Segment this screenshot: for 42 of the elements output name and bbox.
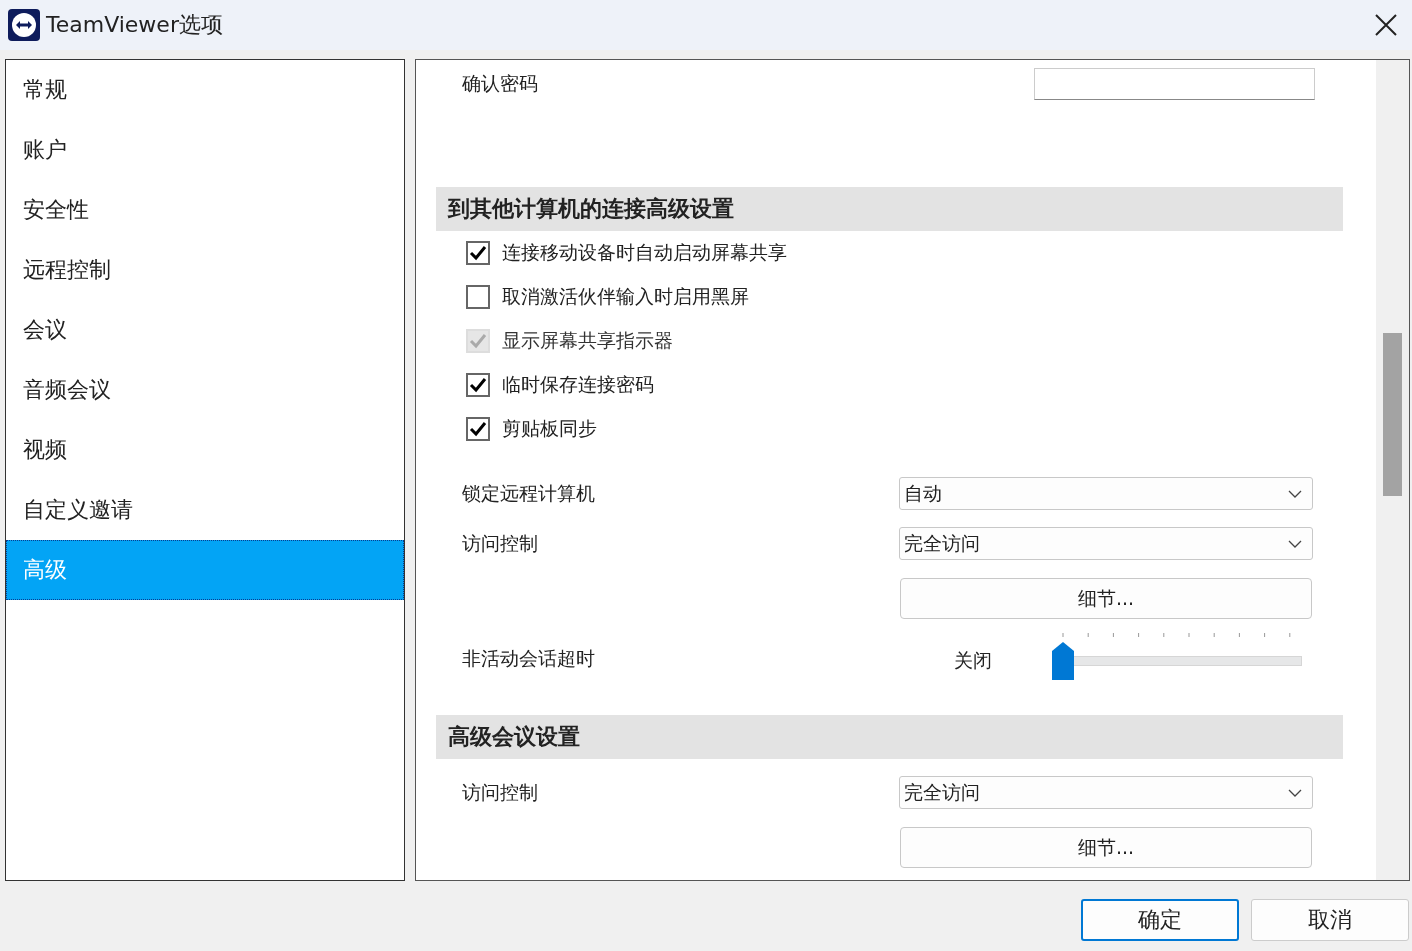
chevron-down-icon — [1288, 788, 1302, 797]
window-title: TeamViewer选项 — [46, 11, 224, 39]
details-button[interactable]: 细节... — [900, 578, 1312, 619]
slider-thumb[interactable] — [1052, 642, 1074, 680]
section-header: 到其他计算机的连接高级设置 — [436, 187, 1343, 231]
field-label: 访问控制 — [462, 530, 539, 556]
section-header: 高级会议设置 — [436, 715, 1343, 759]
checkbox[interactable] — [466, 241, 490, 265]
password-field[interactable] — [1034, 68, 1315, 100]
field-label: 锁定远程计算机 — [462, 480, 596, 506]
sidebar-item[interactable]: 自定义邀请 — [6, 480, 404, 540]
dropdown[interactable]: 完全访问 — [899, 527, 1313, 560]
sidebar-item[interactable]: 远程控制 — [6, 240, 404, 300]
ok-button[interactable]: 确定 — [1081, 899, 1239, 941]
checkbox[interactable] — [466, 417, 490, 441]
chevron-down-icon — [1288, 539, 1302, 548]
sidebar-item[interactable]: 账户 — [6, 120, 404, 180]
field-label: 非活动会话超时 — [462, 646, 596, 671]
sidebar-item[interactable]: 会议 — [6, 300, 404, 360]
cancel-button[interactable]: 取消 — [1251, 899, 1409, 941]
checkbox-label: 取消激活伙伴输入时启用黑屏 — [502, 284, 749, 309]
checkbox-label: 临时保存连接密码 — [502, 372, 654, 397]
field-label: 访问控制 — [462, 779, 539, 805]
checkbox[interactable] — [466, 285, 490, 309]
checkbox-label: 连接移动设备时自动启动屏幕共享 — [502, 240, 787, 265]
sidebar-item[interactable]: 视频 — [6, 420, 404, 480]
sidebar-item[interactable]: 安全性 — [6, 180, 404, 240]
sidebar-item[interactable]: 常规 — [6, 60, 404, 120]
checkbox[interactable] — [466, 373, 490, 397]
field-label: 确认密码 — [462, 71, 539, 96]
sidebar-item[interactable]: 音频会议 — [6, 360, 404, 420]
checkbox-label: 显示屏幕共享指示器 — [502, 328, 673, 353]
scrollbar[interactable] — [1376, 60, 1409, 880]
details-button[interactable]: 细节... — [900, 827, 1312, 868]
app-logo-icon — [8, 9, 40, 41]
dropdown[interactable]: 完全访问 — [899, 776, 1313, 809]
slider-reading: 关闭 — [954, 648, 993, 673]
close-icon — [1375, 14, 1397, 36]
chevron-down-icon — [1288, 489, 1302, 498]
checkbox-label: 剪贴板同步 — [502, 416, 597, 441]
scrollbar-thumb[interactable] — [1383, 333, 1402, 496]
dropdown[interactable]: 自动 — [899, 477, 1313, 510]
